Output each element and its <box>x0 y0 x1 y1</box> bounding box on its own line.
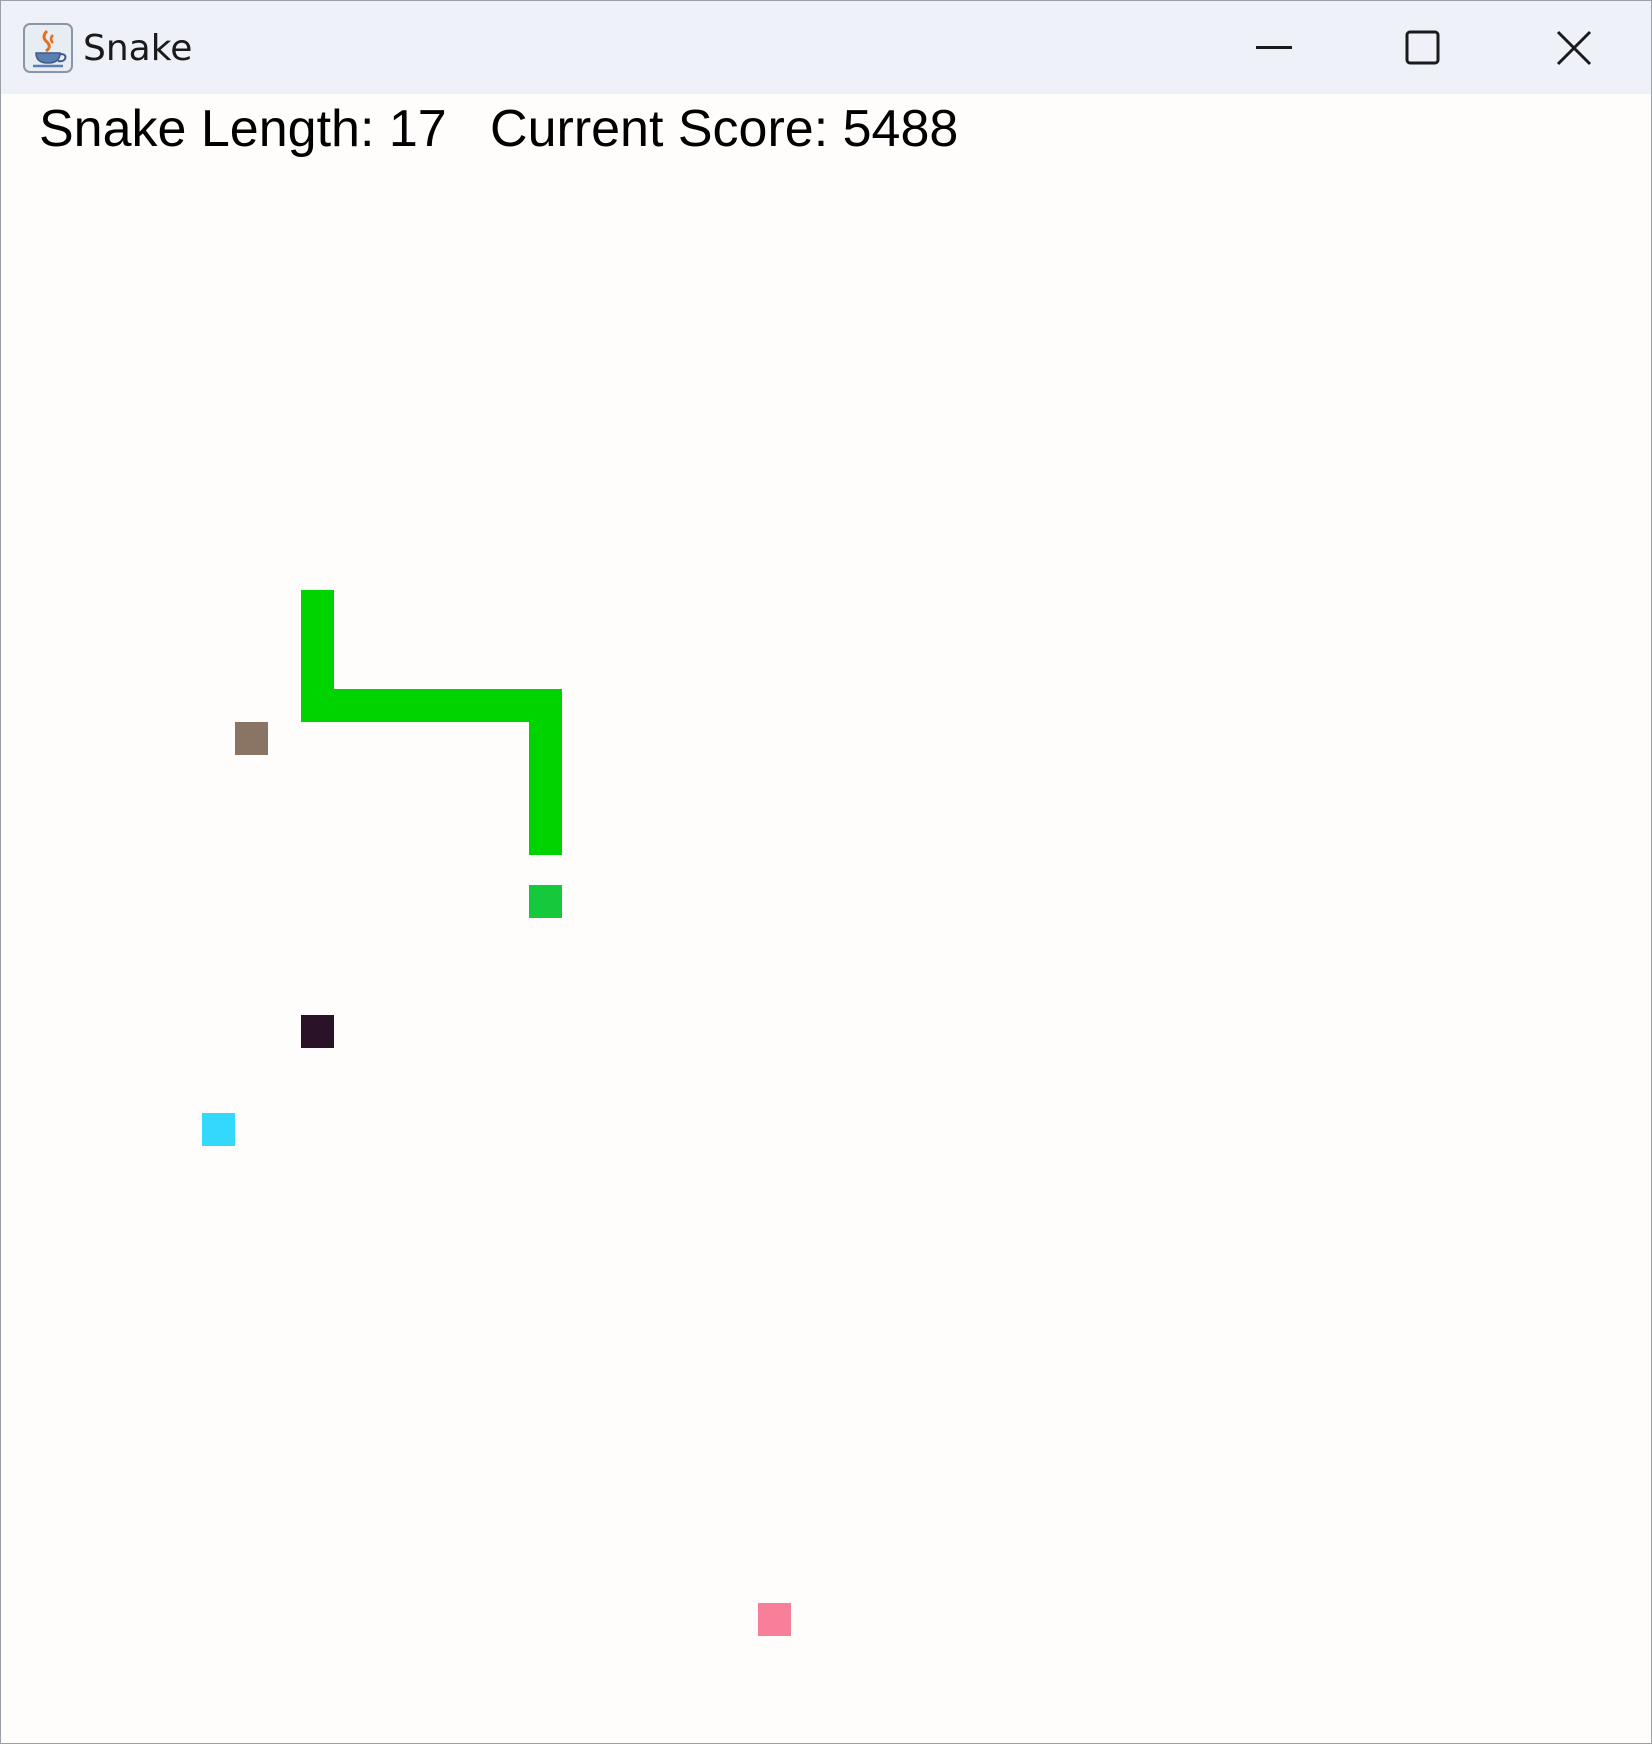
snake-window: Snake Snake Length: 17 Current Score: 54… <box>0 0 1652 1744</box>
snake-head <box>529 885 562 918</box>
minimize-button[interactable] <box>1204 1 1344 94</box>
snake-segment <box>301 689 562 722</box>
maximize-button[interactable] <box>1353 1 1493 94</box>
title-bar[interactable]: Snake <box>1 1 1651 94</box>
food-item-brown <box>235 722 268 755</box>
food-item-pink <box>758 1603 791 1636</box>
game-board[interactable] <box>1 94 1651 1743</box>
snake-segment <box>529 689 562 855</box>
close-button[interactable] <box>1504 1 1644 94</box>
maximize-icon <box>1405 30 1440 64</box>
food-item-cyan <box>202 1113 235 1146</box>
minimize-icon <box>1256 45 1292 49</box>
java-coffee-cup-icon <box>23 23 73 73</box>
close-icon <box>1556 30 1592 65</box>
food-item-dark <box>301 1015 334 1048</box>
window-title: Snake <box>83 28 193 69</box>
